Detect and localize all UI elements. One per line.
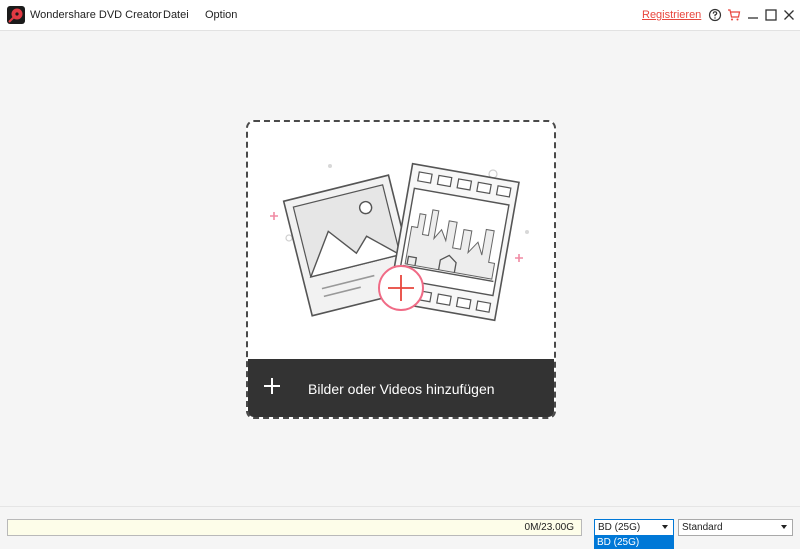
maximize-icon[interactable] <box>764 8 778 22</box>
decor-dot <box>525 230 529 234</box>
disc-type-select[interactable]: BD (25G) <box>594 519 674 536</box>
menu-datei[interactable]: Datei <box>163 9 189 21</box>
chevron-down-icon <box>781 525 787 529</box>
cart-icon[interactable] <box>727 8 741 22</box>
plus-icon <box>264 378 280 394</box>
disc-type-option[interactable]: BD (25G) <box>594 536 674 549</box>
minimize-icon[interactable] <box>746 8 760 22</box>
close-icon[interactable] <box>782 8 796 22</box>
disc-type-value: BD (25G) <box>598 522 641 533</box>
add-circle-icon <box>378 265 424 311</box>
add-media-button[interactable]: Bilder oder Videos hinzufügen <box>248 359 554 417</box>
app-title: Wondershare DVD Creator <box>30 9 162 21</box>
media-drop-area[interactable]: Bilder oder Videos hinzufügen <box>246 120 556 419</box>
media-illustration <box>270 162 529 322</box>
disc-capacity-bar: 0M/23.00G <box>7 519 582 536</box>
quality-value: Standard <box>682 522 723 533</box>
title-bar: Wondershare DVD Creator Datei Option Reg… <box>0 0 800 31</box>
capacity-text: 0M/23.00G <box>524 522 574 533</box>
decor-plus <box>515 254 523 262</box>
chevron-down-icon <box>662 525 668 529</box>
decor-dot <box>328 164 332 168</box>
decor-plus <box>270 212 278 220</box>
app-logo-icon <box>7 6 25 24</box>
menu-option[interactable]: Option <box>205 9 237 21</box>
quality-select[interactable]: Standard <box>678 519 793 536</box>
status-bar: 0M/23.00G BD (25G) Standard <box>0 506 800 549</box>
register-link[interactable]: Registrieren <box>642 9 701 21</box>
help-icon[interactable] <box>708 8 722 22</box>
decor-ring <box>285 234 293 242</box>
add-media-label: Bilder oder Videos hinzufügen <box>308 381 495 397</box>
